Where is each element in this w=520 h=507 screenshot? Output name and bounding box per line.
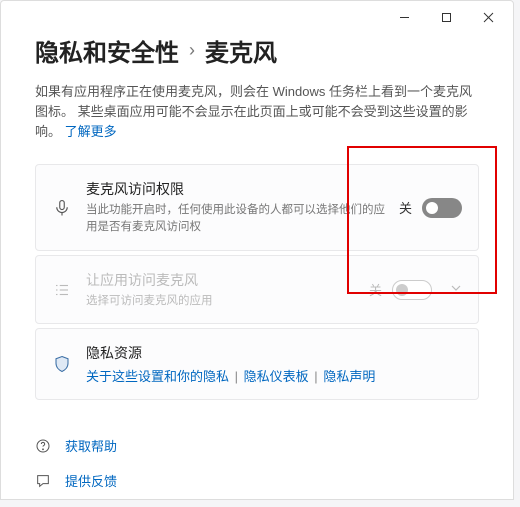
get-help-label: 获取帮助 xyxy=(65,436,117,455)
titlebar xyxy=(1,1,513,33)
about-settings-link[interactable]: 关于这些设置和你的隐私 xyxy=(86,369,229,384)
apps-list-icon xyxy=(52,281,72,299)
apps-access-card: 让应用访问麦克风 选择可访问麦克风的应用 关 xyxy=(35,255,479,325)
help-icon xyxy=(35,438,53,454)
microphone-icon xyxy=(52,199,72,217)
mic-access-title: 麦克风访问权限 xyxy=(86,179,385,199)
close-button[interactable] xyxy=(467,3,509,31)
learn-more-link[interactable]: 了解更多 xyxy=(65,124,117,139)
maximize-button[interactable] xyxy=(425,3,467,31)
chevron-right-icon: › xyxy=(189,40,195,61)
apps-access-title: 让应用访问麦克风 xyxy=(86,270,355,290)
mic-access-toggle-label: 关 xyxy=(399,198,412,217)
mic-access-subtitle: 当此功能开启时，任何使用此设备的人都可以选择他们的应用是否有麦克风访问权 xyxy=(86,202,385,235)
page-description: 如果有应用程序正在使用麦克风，则会在 Windows 任务栏上看到一个麦克风图标… xyxy=(35,82,479,142)
privacy-resources-card: 隐私资源 关于这些设置和你的隐私 | 隐私仪表板 | 隐私声明 xyxy=(35,328,479,400)
breadcrumb-parent[interactable]: 隐私和安全性 xyxy=(35,33,179,68)
mic-access-card: 麦克风访问权限 当此功能开启时，任何使用此设备的人都可以选择他们的应用是否有麦克… xyxy=(35,164,479,250)
mic-access-toggle[interactable] xyxy=(422,198,462,218)
breadcrumb-current: 麦克风 xyxy=(205,33,277,68)
feedback-label: 提供反馈 xyxy=(65,471,117,490)
chevron-down-icon[interactable] xyxy=(450,282,462,297)
privacy-statement-link[interactable]: 隐私声明 xyxy=(323,369,375,384)
divider: | xyxy=(314,369,317,384)
divider: | xyxy=(235,369,238,384)
apps-access-toggle-label: 关 xyxy=(369,280,382,299)
feedback-link[interactable]: 提供反馈 xyxy=(35,471,479,490)
get-help-link[interactable]: 获取帮助 xyxy=(35,436,479,455)
minimize-button[interactable] xyxy=(383,3,425,31)
apps-access-toggle[interactable] xyxy=(392,280,432,300)
shield-icon xyxy=(52,355,72,373)
breadcrumb: 隐私和安全性 › 麦克风 xyxy=(35,33,479,68)
apps-access-subtitle: 选择可访问麦克风的应用 xyxy=(86,293,355,310)
privacy-resources-title: 隐私资源 xyxy=(86,343,462,363)
feedback-icon xyxy=(35,473,53,489)
privacy-dashboard-link[interactable]: 隐私仪表板 xyxy=(244,369,309,384)
